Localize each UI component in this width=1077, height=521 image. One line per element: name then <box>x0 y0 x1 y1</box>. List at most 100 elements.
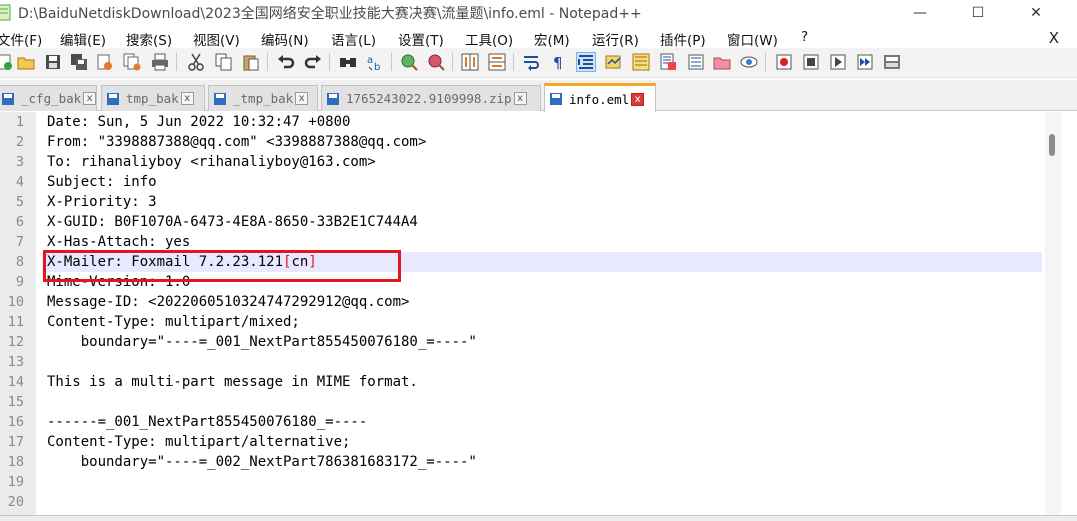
saved-file-icon <box>214 92 226 105</box>
tab-info-eml[interactable]: info.eml x <box>544 83 656 112</box>
tab-close-icon[interactable]: x <box>180 92 194 105</box>
find-icon[interactable] <box>338 52 358 72</box>
indent-guide-icon[interactable] <box>576 52 596 72</box>
tab-underscore-tmp-bak[interactable]: _tmp_bak x <box>208 85 318 111</box>
code-line: Message-ID: <202206051032474729291​2@qq.… <box>47 294 410 310</box>
line-number: 16 <box>7 414 24 430</box>
menu-plugins[interactable]: 插件(P) <box>660 29 706 49</box>
menu-tools[interactable]: 工具(O) <box>465 29 513 49</box>
editor-text-area[interactable]: 1 2 3 4 5 6 7 8 9 10 11 12 13 14 15 16 1… <box>0 112 1045 515</box>
open-file-icon[interactable] <box>16 52 36 72</box>
save-macro-icon[interactable] <box>882 52 902 72</box>
document-map-icon[interactable] <box>631 52 651 72</box>
print-icon[interactable] <box>150 52 170 72</box>
red-annotation-box <box>43 250 401 282</box>
maximize-button[interactable]: ☐ <box>955 0 1001 26</box>
word-wrap-icon[interactable] <box>521 52 541 72</box>
paste-icon[interactable] <box>241 52 261 72</box>
menu-edit[interactable]: 编辑(E) <box>60 29 106 49</box>
document-list-icon[interactable] <box>712 52 732 72</box>
copy-icon[interactable] <box>214 52 234 72</box>
minimize-icon: — <box>913 5 927 21</box>
monitoring-eye-icon[interactable] <box>739 52 759 72</box>
line-number: 13 <box>7 354 24 370</box>
fold-margin <box>36 112 42 515</box>
run-macro-multiple-icon[interactable] <box>855 52 875 72</box>
saved-file-icon <box>107 92 119 105</box>
code-line: Date: Sun, 5 Jun 2022 10:32:47 +0800 <box>47 114 351 130</box>
save-all-icon[interactable] <box>69 52 89 72</box>
menu-settings[interactable]: 设置(T) <box>398 29 444 49</box>
line-number: 8 <box>15 254 24 270</box>
line-number: 2 <box>15 134 24 150</box>
tab-close-icon[interactable]: x <box>295 92 309 105</box>
tab-close-icon[interactable]: x <box>631 92 645 106</box>
menu-run[interactable]: 运行(R) <box>592 29 639 49</box>
function-list-icon[interactable] <box>658 52 678 72</box>
menu-bar: 文件(F) 编辑(E) 搜索(S) 视图(V) 编码(N) 语言(L) 设置(T… <box>0 26 1077 49</box>
line-number: 11 <box>7 314 24 330</box>
play-macro-icon[interactable] <box>828 52 848 72</box>
toolbar-separator <box>176 53 177 71</box>
code-line: boundary="----=_001_NextPart855450076180… <box>47 334 477 350</box>
sync-vertical-scroll-icon[interactable] <box>460 52 480 72</box>
close-window-button[interactable]: ✕ <box>1013 0 1059 26</box>
menu-window[interactable]: 窗口(W) <box>727 29 778 49</box>
line-number: 18 <box>7 454 24 470</box>
line-number: 4 <box>15 174 24 190</box>
zoom-out-icon[interactable] <box>426 52 446 72</box>
replace-icon[interactable]: ab <box>365 52 385 72</box>
toolbar-separator <box>765 53 766 71</box>
line-number: 1 <box>15 114 24 130</box>
menu-search[interactable]: 搜索(S) <box>126 29 172 49</box>
tab-strip: _cfg_bak x tmp_bak x _tmp_bak x 17652430… <box>0 80 1077 112</box>
tab-close-icon[interactable]: x <box>83 92 96 105</box>
menu-macro[interactable]: 宏(M) <box>534 29 570 49</box>
close-file-icon[interactable] <box>94 52 114 72</box>
line-number: 10 <box>7 294 24 310</box>
code-line: boundary="----=_002_NextPart786381683172… <box>47 454 477 470</box>
tab-label: _tmp_bak <box>233 91 294 106</box>
toolbar-separator <box>329 53 330 71</box>
code-line: ------=_001_NextPart855450076180_=---- <box>47 414 368 430</box>
code-line: Content-Type: multipart/mixed; <box>47 314 300 330</box>
line-number: 12 <box>7 334 24 350</box>
redo-icon[interactable] <box>303 52 323 72</box>
line-number: 6 <box>15 214 24 230</box>
menu-language[interactable]: 语言(L) <box>331 29 376 49</box>
stop-recording-icon[interactable] <box>801 52 821 72</box>
menu-encoding[interactable]: 编码(N) <box>261 29 309 49</box>
tab-close-icon[interactable]: x <box>513 92 527 105</box>
scrollbar-thumb[interactable] <box>1049 134 1055 156</box>
close-all-icon[interactable] <box>122 52 142 72</box>
cut-icon[interactable] <box>186 52 206 72</box>
menu-file[interactable]: 文件(F) <box>0 29 42 49</box>
minimize-button[interactable]: — <box>897 0 943 26</box>
code-line: From: "3398887388@qq.com" <3398887388@qq… <box>47 134 427 150</box>
close-document-icon[interactable]: X <box>1049 29 1059 47</box>
tab-cfg-bak[interactable]: _cfg_bak x <box>0 85 97 111</box>
menu-help[interactable]: ? <box>801 29 808 45</box>
record-macro-icon[interactable] <box>774 52 794 72</box>
save-icon[interactable] <box>43 52 63 72</box>
vertical-scrollbar[interactable] <box>1045 112 1061 515</box>
svg-text:b: b <box>374 62 380 71</box>
line-number: 3 <box>15 154 24 170</box>
line-number: 15 <box>7 394 24 410</box>
user-defined-language-icon[interactable] <box>603 52 623 72</box>
toolbar-separator <box>391 53 392 71</box>
show-all-characters-icon[interactable]: ¶ <box>549 52 569 72</box>
tab-zip-file[interactable]: 1765243022.9109998.zip x <box>321 85 541 111</box>
undo-icon[interactable] <box>276 52 296 72</box>
code-line: To: rihanaliyboy <rihanaliyboy@163.com> <box>47 154 376 170</box>
line-number: 17 <box>7 434 24 450</box>
menu-view[interactable]: 视图(V) <box>193 29 240 49</box>
zoom-in-icon[interactable] <box>399 52 419 72</box>
tab-tmp-bak[interactable]: tmp_bak x <box>101 85 205 111</box>
code-line: Subject: info <box>47 174 157 190</box>
svg-text:a: a <box>367 55 373 66</box>
sync-horizontal-scroll-icon[interactable] <box>487 52 507 72</box>
new-file-icon[interactable] <box>0 52 14 72</box>
toolbar-separator <box>267 53 268 71</box>
folder-as-workspace-icon[interactable] <box>686 52 706 72</box>
